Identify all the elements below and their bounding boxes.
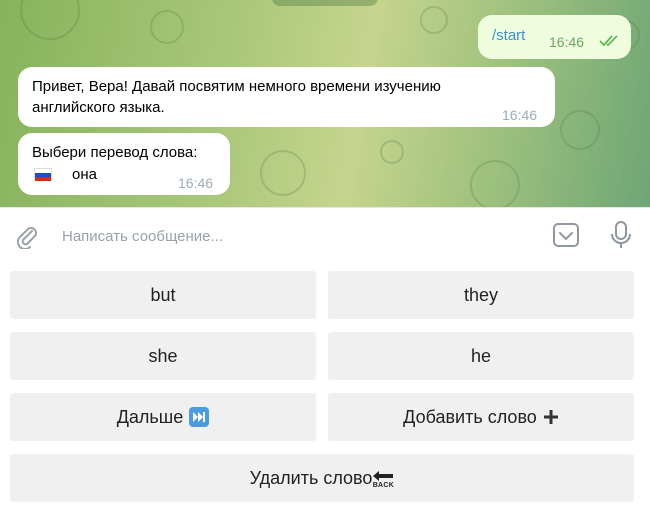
button-label: but (150, 284, 176, 305)
button-label: Удалить слово (249, 467, 373, 488)
message-outgoing[interactable]: /start 16:46 (478, 15, 631, 59)
answer-button-she[interactable]: she (10, 332, 316, 380)
next-button[interactable]: Дальше (10, 393, 316, 441)
message-input[interactable] (62, 222, 532, 250)
message-text-line: Привет, Вера! Давай посвятим немного вре… (32, 78, 441, 95)
message-time: 16:46 (549, 34, 585, 50)
message-incoming[interactable]: Выбери перевод слова: она 16:46 (18, 133, 230, 195)
add-word-button[interactable]: Добавить слово (328, 393, 634, 441)
microphone-icon[interactable] (608, 220, 634, 255)
date-pill (272, 0, 378, 6)
paperclip-icon[interactable] (14, 223, 40, 254)
button-label: she (148, 345, 178, 366)
message-time: 16:46 (502, 107, 538, 123)
button-label: they (463, 284, 499, 305)
button-label: Дальше (116, 406, 184, 427)
message-composer (0, 207, 650, 263)
answer-button-he[interactable]: he (328, 332, 634, 380)
next-track-icon (189, 407, 210, 427)
read-check-icon (599, 34, 621, 54)
command-link[interactable]: /start (492, 26, 525, 46)
plus-icon (543, 409, 559, 425)
word-to-translate: она (72, 166, 97, 183)
message-time: 16:46 (178, 175, 214, 191)
chat-area: /start 16:46 Привет, Вера! Давай посвяти… (0, 0, 650, 207)
back-arrow-caption: BACK (372, 482, 395, 489)
bot-keyboard-icon[interactable] (552, 221, 580, 254)
button-label: he (470, 345, 492, 366)
answer-button-but[interactable]: but (10, 271, 316, 319)
delete-word-button[interactable]: Удалить слово BACK (10, 454, 634, 502)
answer-button-they[interactable]: they (328, 271, 634, 319)
message-incoming[interactable]: Привет, Вера! Давай посвятим немного вре… (18, 67, 555, 127)
message-text-line: английского языка. (32, 99, 165, 116)
russia-flag-icon (34, 168, 52, 181)
reply-keyboard: but they she he Дальше Добавить слово Уд… (0, 263, 650, 507)
back-arrow-icon: BACK (372, 470, 394, 490)
button-label: Добавить слово (403, 406, 537, 427)
message-text-line: Выбери перевод слова: (32, 144, 198, 161)
